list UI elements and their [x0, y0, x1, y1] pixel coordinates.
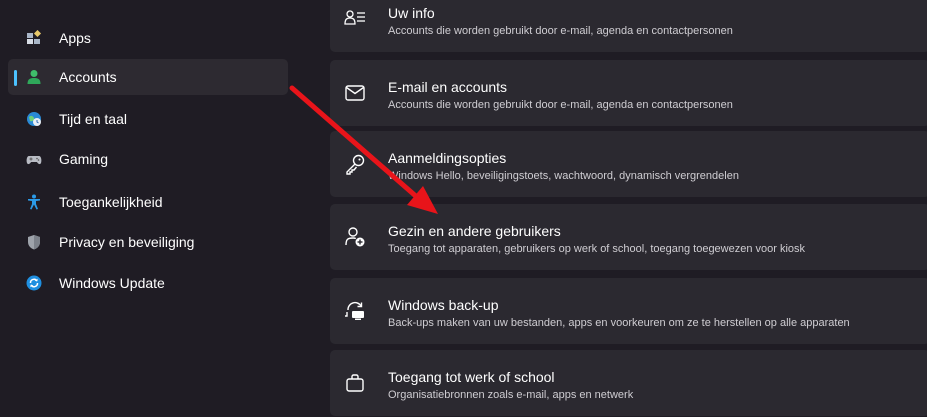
- shield-icon: [26, 234, 42, 250]
- card-title: Uw info: [388, 5, 435, 21]
- card-title: Windows back-up: [388, 297, 499, 313]
- add-user-icon: [344, 226, 366, 248]
- card-windows-back-up[interactable]: Windows back-up Back-ups maken van uw be…: [330, 278, 927, 344]
- card-description: Windows Hello, beveiligingstoets, wachtw…: [388, 170, 739, 182]
- sidebar-item-label: Toegankelijkheid: [59, 194, 163, 210]
- backup-icon: [344, 300, 366, 322]
- apps-icon: [26, 30, 42, 46]
- card-description: Accounts die worden gebruikt door e-mail…: [388, 99, 733, 111]
- key-icon: [344, 153, 366, 175]
- active-indicator: [14, 70, 17, 86]
- sidebar-item-privacy-en-beveiliging[interactable]: Privacy en beveiliging: [8, 224, 288, 260]
- card-description: Accounts die worden gebruikt door e-mail…: [388, 25, 733, 37]
- card-description: Back-ups maken van uw bestanden, apps en…: [388, 317, 850, 329]
- sidebar-item-label: Windows Update: [59, 275, 165, 291]
- briefcase-icon: [344, 372, 366, 394]
- accounts-icon: [26, 69, 42, 85]
- sidebar-item-gaming[interactable]: Gaming: [8, 141, 288, 177]
- sidebar-item-label: Accounts: [59, 69, 117, 85]
- sidebar-item-windows-update[interactable]: Windows Update: [8, 265, 288, 301]
- card-title: Aanmeldingsopties: [388, 150, 507, 166]
- sidebar: Apps Accounts Tijd en taal Gaming Toegan…: [0, 0, 300, 417]
- sidebar-item-tijd-en-taal[interactable]: Tijd en taal: [8, 101, 288, 137]
- card-title: Gezin en andere gebruikers: [388, 223, 561, 239]
- globe-clock-icon: [26, 111, 42, 127]
- user-info-icon: [344, 8, 366, 30]
- card-email-en-accounts[interactable]: E-mail en accounts Accounts die worden g…: [330, 60, 927, 126]
- card-toegang-tot-werk-of-school[interactable]: Toegang tot werk of school Organisatiebr…: [330, 350, 927, 416]
- card-gezin-en-andere-gebruikers[interactable]: Gezin en andere gebruikers Toegang tot a…: [330, 204, 927, 270]
- sidebar-item-label: Privacy en beveiliging: [59, 234, 195, 250]
- card-title: Toegang tot werk of school: [388, 369, 555, 385]
- sidebar-item-apps[interactable]: Apps: [8, 20, 288, 56]
- gamepad-icon: [26, 151, 42, 167]
- sidebar-item-label: Tijd en taal: [59, 111, 127, 127]
- card-aanmeldingsopties[interactable]: Aanmeldingsopties Windows Hello, beveili…: [330, 131, 927, 197]
- accessibility-icon: [26, 194, 42, 210]
- sidebar-item-label: Apps: [59, 30, 91, 46]
- update-icon: [26, 275, 42, 291]
- mail-icon: [344, 82, 366, 104]
- card-uw-info[interactable]: Uw info Accounts die worden gebruikt doo…: [330, 0, 927, 52]
- card-description: Organisatiebronnen zoals e-mail, apps en…: [388, 389, 634, 401]
- card-description: Toegang tot apparaten, gebruikers op wer…: [388, 243, 806, 255]
- sidebar-item-label: Gaming: [59, 151, 109, 167]
- card-title: E-mail en accounts: [388, 79, 508, 95]
- sidebar-item-accounts[interactable]: Accounts: [8, 59, 288, 95]
- sidebar-item-toegankelijkheid[interactable]: Toegankelijkheid: [8, 184, 288, 220]
